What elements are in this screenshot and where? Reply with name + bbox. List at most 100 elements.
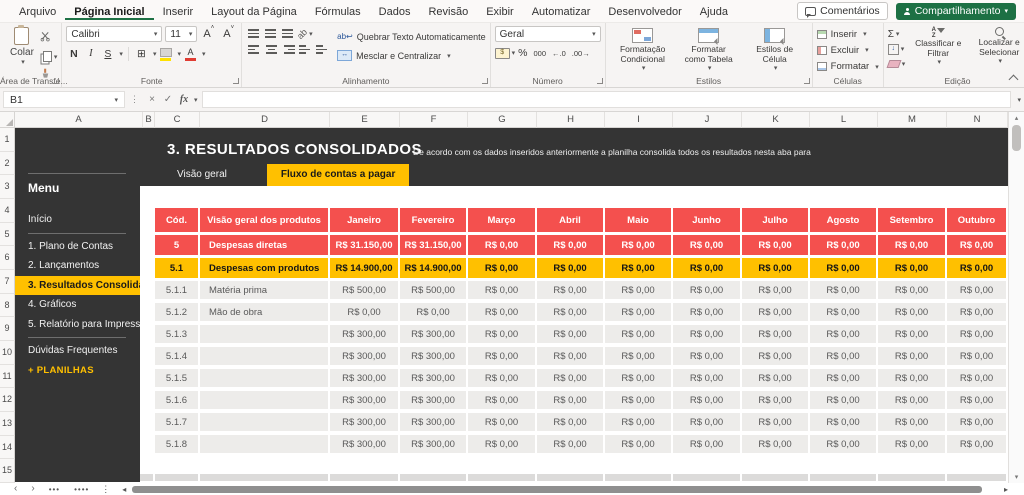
cell-value[interactable]: R$ 300,00 — [400, 391, 466, 409]
increase-font-icon[interactable]: A˄ — [200, 28, 217, 40]
view-tab-fluxo-de-contas-a-pagar[interactable]: Fluxo de contas a pagar — [267, 164, 409, 186]
underline-button[interactable]: S — [100, 46, 115, 62]
table-header-cell[interactable]: Outubro — [947, 208, 1006, 232]
paste-button[interactable]: Colar ▾ — [4, 26, 40, 74]
menu-tab-ajuda[interactable]: Ajuda — [691, 3, 737, 20]
sidebar-item-planilhas[interactable]: + PLANILHAS — [15, 361, 140, 381]
table-header-cell[interactable]: Visão geral dos produtos — [200, 208, 328, 232]
row-header-1[interactable]: 1 — [0, 128, 15, 152]
cell-value[interactable]: R$ 0,00 — [878, 369, 945, 387]
cell-value[interactable]: R$ 0,00 — [810, 435, 876, 453]
cell-value[interactable]: R$ 0,00 — [878, 303, 945, 321]
align-top-icon[interactable] — [248, 28, 261, 39]
menu-tab-arquivo[interactable]: Arquivo — [10, 3, 65, 20]
font-color-icon[interactable]: A — [183, 46, 198, 62]
insert-cells-button[interactable]: Inserir ▾ — [817, 27, 879, 41]
chevron-down-icon[interactable]: ▾ — [202, 50, 206, 58]
cell-name[interactable]: Despesas diretas — [200, 235, 328, 255]
cell-value[interactable]: R$ 300,00 — [330, 325, 398, 343]
column-header-l[interactable]: L — [810, 112, 878, 128]
table-header-cell[interactable]: Fevereiro — [400, 208, 466, 232]
cell-value[interactable]: R$ 31.150,00 — [400, 235, 466, 255]
cell-value[interactable]: R$ 0,00 — [947, 391, 1006, 409]
column-header-f[interactable]: F — [400, 112, 468, 128]
cell-value[interactable]: R$ 0,00 — [468, 435, 535, 453]
sidebar-item-4-graficos[interactable]: 4. Gráficos — [15, 295, 140, 315]
column-header-g[interactable]: G — [468, 112, 537, 128]
cell-value[interactable]: R$ 0,00 — [400, 303, 466, 321]
column-header-h[interactable]: H — [537, 112, 605, 128]
dialog-launcher-icon[interactable] — [597, 78, 603, 84]
cell-name[interactable]: Mão de obra — [200, 303, 328, 321]
dialog-launcher-icon[interactable] — [482, 78, 488, 84]
borders-icon[interactable]: ⊞ — [134, 46, 149, 62]
row-header-6[interactable]: 6 — [0, 246, 15, 270]
cell-value[interactable]: R$ 300,00 — [330, 369, 398, 387]
merge-center-button[interactable]: ↔ Mesclar e Centralizar ▾ — [337, 48, 486, 63]
cell-code[interactable]: 5.1.4 — [155, 347, 198, 365]
cell-value[interactable]: R$ 0,00 — [878, 325, 945, 343]
view-tab-visao-geral[interactable]: Visão geral — [163, 164, 241, 186]
cell-value[interactable]: R$ 0,00 — [673, 347, 740, 365]
cell-value[interactable]: R$ 0,00 — [742, 391, 808, 409]
sidebar-item-5-relatorio-para-impressao[interactable]: 5. Relatório para Impressão — [15, 315, 140, 335]
cell-value[interactable]: R$ 300,00 — [400, 325, 466, 343]
cell-value[interactable]: R$ 300,00 — [400, 435, 466, 453]
decrease-font-icon[interactable]: A˅ — [220, 28, 237, 40]
scroll-left-icon[interactable]: ◂ — [122, 485, 126, 494]
menu-tab-desenvolvedor[interactable]: Desenvolvedor — [599, 3, 690, 20]
menu-tab-pagina-inicial[interactable]: Página Inicial — [65, 3, 153, 20]
cell-code[interactable]: 5.1.3 — [155, 325, 198, 343]
scroll-right-icon[interactable]: ▸ — [1004, 485, 1008, 494]
cell-value[interactable]: R$ 0,00 — [673, 413, 740, 431]
cell-value[interactable]: R$ 0,00 — [605, 325, 671, 343]
cell-value[interactable]: R$ 0,00 — [810, 369, 876, 387]
scroll-up-icon[interactable]: ▴ — [1009, 114, 1024, 122]
cell-value[interactable]: R$ 0,00 — [537, 235, 603, 255]
kebab-icon[interactable]: ⋮ — [101, 484, 110, 495]
chevron-down-icon[interactable]: ▾ — [119, 50, 123, 58]
column-header-m[interactable]: M — [878, 112, 947, 128]
sidebar-item-2-lancamentos[interactable]: 2. Lançamentos — [15, 256, 140, 276]
cell-value[interactable]: R$ 0,00 — [673, 325, 740, 343]
cell-value[interactable]: R$ 0,00 — [878, 347, 945, 365]
cell-value[interactable]: R$ 0,00 — [605, 303, 671, 321]
align-bottom-icon[interactable] — [282, 28, 295, 39]
row-header-15[interactable]: 15 — [0, 459, 15, 483]
cell-value[interactable]: R$ 0,00 — [605, 413, 671, 431]
cut-button[interactable] — [40, 29, 51, 47]
select-all-corner[interactable] — [0, 112, 15, 128]
dialog-launcher-icon[interactable] — [233, 78, 239, 84]
cell-value[interactable]: R$ 0,00 — [742, 435, 808, 453]
cell-value[interactable]: R$ 0,00 — [810, 235, 876, 255]
fill-button[interactable]: ↓▾ — [888, 43, 906, 55]
cell-name[interactable] — [200, 369, 328, 387]
wrap-text-button[interactable]: ab↩ Quebrar Texto Automaticamente — [337, 29, 486, 44]
row-header-14[interactable]: 14 — [0, 436, 15, 460]
column-header-j[interactable]: J — [673, 112, 742, 128]
cell-value[interactable]: R$ 0,00 — [878, 435, 945, 453]
bold-button[interactable]: N — [66, 46, 81, 62]
column-header-b[interactable]: B — [143, 112, 155, 128]
cell-value[interactable]: R$ 0,00 — [673, 391, 740, 409]
clear-button[interactable]: ▾ — [888, 58, 906, 70]
cell-value[interactable]: R$ 0,00 — [742, 325, 808, 343]
cell-code[interactable]: 5.1.1 — [155, 281, 198, 299]
cell-value[interactable]: R$ 0,00 — [947, 281, 1006, 299]
cell-value[interactable]: R$ 0,00 — [468, 235, 535, 255]
row-header-5[interactable]: 5 — [0, 223, 15, 247]
table-header-cell[interactable]: Agosto — [810, 208, 876, 232]
chevron-down-icon[interactable]: ▾ — [194, 96, 198, 104]
table-header-cell[interactable]: Cód. — [155, 208, 198, 232]
cell-value[interactable]: R$ 14.900,00 — [400, 258, 466, 278]
cell-value[interactable]: R$ 0,00 — [468, 413, 535, 431]
table-header-cell[interactable]: Junho — [673, 208, 740, 232]
sheet-nav-next-icon[interactable]: › — [31, 484, 34, 494]
vertical-scrollbar[interactable]: ▴ ▾ — [1008, 112, 1024, 483]
cell-value[interactable]: R$ 0,00 — [605, 391, 671, 409]
conditional-formatting-button[interactable]: Formatação Condicional ▾ — [610, 28, 676, 73]
cell-value[interactable]: R$ 0,00 — [878, 391, 945, 409]
delete-cells-button[interactable]: Excluir ▾ — [817, 43, 879, 57]
cell-name[interactable] — [200, 413, 328, 431]
autosum-button[interactable]: Σ▾ — [888, 28, 906, 40]
